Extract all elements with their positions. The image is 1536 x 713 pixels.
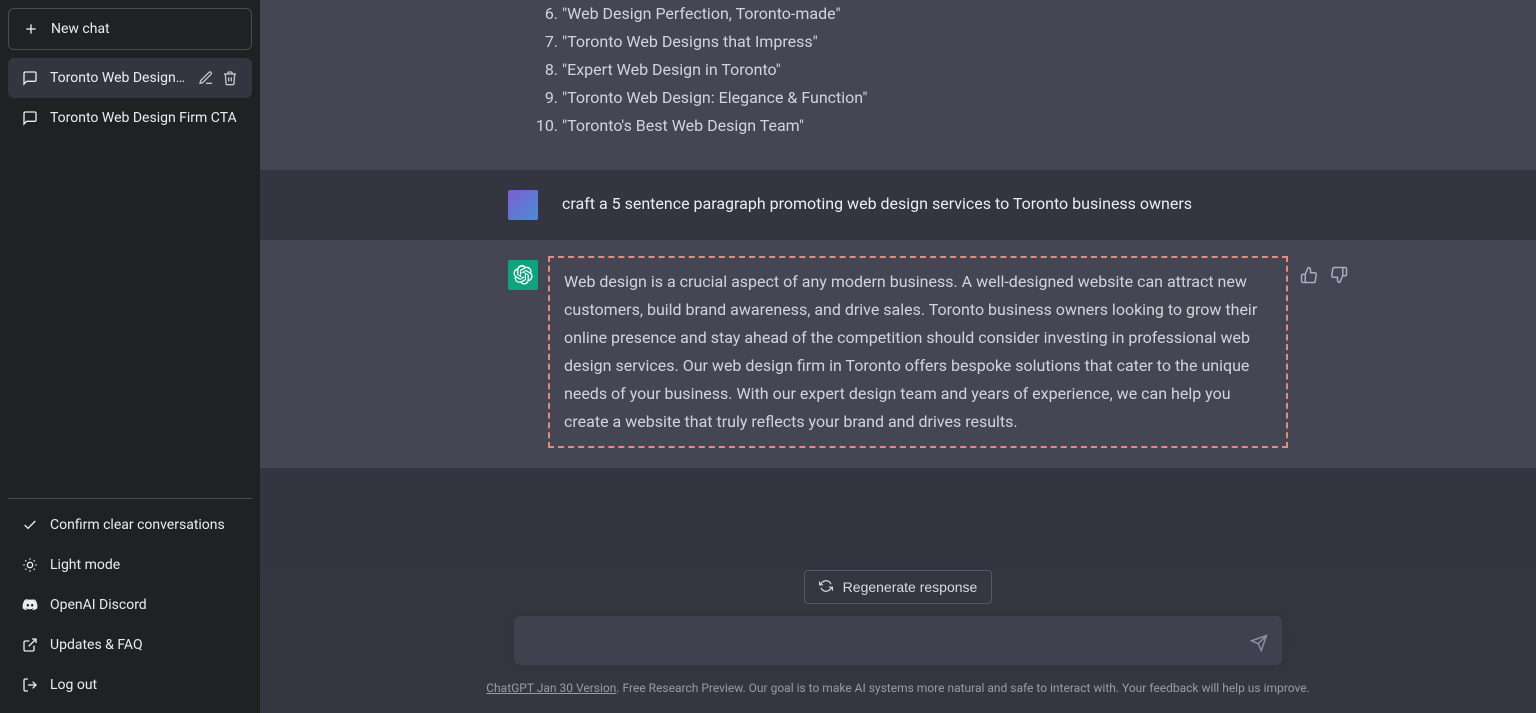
footer-item-label: Confirm clear conversations	[50, 517, 225, 533]
chat-list: Toronto Web Design Sl Toronto Web Design…	[8, 58, 252, 492]
regenerate-label: Regenerate response	[843, 579, 978, 595]
list-item: "Toronto Web Design: Elegance & Function…	[562, 84, 1288, 112]
discord-icon	[22, 597, 38, 613]
send-icon[interactable]	[1250, 634, 1268, 652]
regenerate-button[interactable]: Regenerate response	[804, 570, 993, 604]
logout-icon	[22, 677, 38, 693]
thumbs-down-icon[interactable]	[1330, 266, 1348, 284]
external-link-icon	[22, 637, 38, 653]
input-container	[514, 616, 1282, 669]
thumbs-up-icon[interactable]	[1300, 266, 1318, 284]
sidebar-chat-item[interactable]: Toronto Web Design Firm CTA	[8, 98, 252, 138]
list-item: "Toronto's Best Web Design Team"	[562, 112, 1288, 140]
footer-item-label: Light mode	[50, 557, 120, 573]
new-chat-label: New chat	[51, 21, 110, 37]
list-item: "Expert Web Design in Toronto"	[562, 56, 1288, 84]
numbered-list: "Web Design Perfection, Toronto-made" "T…	[562, 0, 1288, 140]
footer-item-label: Log out	[50, 677, 97, 693]
bottom-area: Regenerate response ChatGPT Jan 30 Versi…	[260, 558, 1536, 713]
chat-item-label: Toronto Web Design Firm CTA	[50, 110, 238, 126]
refresh-icon	[819, 579, 835, 595]
chat-item-label: Toronto Web Design Sl	[50, 70, 186, 86]
assistant-avatar	[508, 260, 538, 290]
assistant-message: "Web Design Perfection, Toronto-made" "T…	[260, 0, 1536, 170]
chat-icon	[22, 110, 38, 126]
disclaimer-text: . Free Research Preview. Our goal is to …	[616, 681, 1309, 695]
discord-button[interactable]: OpenAI Discord	[8, 585, 252, 625]
user-message-text: craft a 5 sentence paragraph promoting w…	[562, 190, 1288, 220]
edit-icon[interactable]	[198, 70, 214, 86]
footer-item-label: Updates & FAQ	[50, 637, 143, 653]
user-message: craft a 5 sentence paragraph promoting w…	[260, 170, 1536, 240]
user-avatar	[508, 190, 538, 220]
chat-icon	[22, 70, 38, 86]
sidebar-divider	[8, 498, 252, 499]
version-link[interactable]: ChatGPT Jan 30 Version	[486, 681, 616, 695]
conversation-area: "Web Design Perfection, Toronto-made" "T…	[260, 0, 1536, 558]
footer-item-label: OpenAI Discord	[50, 597, 147, 613]
plus-icon	[23, 21, 39, 37]
footer-note: ChatGPT Jan 30 Version. Free Research Pr…	[486, 681, 1310, 695]
assistant-message: Web design is a crucial aspect of any mo…	[260, 240, 1536, 468]
new-chat-button[interactable]: New chat	[8, 8, 252, 50]
light-mode-button[interactable]: Light mode	[8, 545, 252, 585]
check-icon	[22, 517, 38, 533]
sidebar: New chat Toronto Web Design Sl Toronto W…	[0, 0, 260, 713]
list-item: "Toronto Web Designs that Impress"	[562, 28, 1288, 56]
sun-icon	[22, 557, 38, 573]
sidebar-footer: Confirm clear conversations Light mode O…	[8, 505, 252, 705]
trash-icon[interactable]	[222, 70, 238, 86]
updates-faq-button[interactable]: Updates & FAQ	[8, 625, 252, 665]
logout-button[interactable]: Log out	[8, 665, 252, 705]
highlighted-paragraph: Web design is a crucial aspect of any mo…	[548, 256, 1288, 448]
message-input[interactable]	[514, 616, 1282, 665]
main-area: "Web Design Perfection, Toronto-made" "T…	[260, 0, 1536, 713]
confirm-clear-conversations[interactable]: Confirm clear conversations	[8, 505, 252, 545]
feedback-buttons	[1300, 266, 1348, 284]
list-item: "Web Design Perfection, Toronto-made"	[562, 0, 1288, 28]
sidebar-chat-item[interactable]: Toronto Web Design Sl	[8, 58, 252, 98]
